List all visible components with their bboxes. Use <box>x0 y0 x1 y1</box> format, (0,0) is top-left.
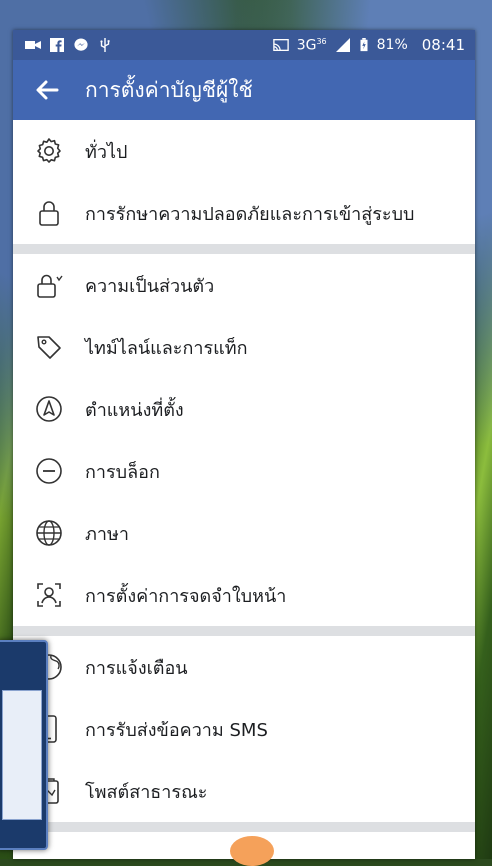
settings-item-blocking[interactable]: การบล็อก <box>13 440 475 502</box>
settings-item-face-recognition[interactable]: การตั้งค่าการจดจำใบหน้า <box>13 564 475 626</box>
settings-panel: 3G36 81% 08:41 การตั้งค่าบัญชีผู้ใช้ ทั่… <box>13 30 475 859</box>
network-sup: 36 <box>316 36 327 46</box>
section-divider <box>13 822 475 832</box>
battery-level: 81% <box>376 37 408 53</box>
settings-item-label: โพสต์สาธารณะ <box>85 781 208 803</box>
settings-item-sms[interactable]: การรับส่งข้อความ SMS <box>13 698 475 760</box>
battery-icon <box>360 38 368 52</box>
settings-item-notifications[interactable]: การแจ้งเตือน <box>13 636 475 698</box>
thumbnail-preview <box>2 690 42 820</box>
settings-item-timeline-tagging[interactable]: ไทม์ไลน์และการแท็ก <box>13 316 475 378</box>
usb-icon <box>100 38 110 52</box>
settings-item-security-login[interactable]: การรักษาความปลอดภัยและการเข้าสู่ระบบ <box>13 182 475 244</box>
floating-bubble[interactable] <box>230 836 274 866</box>
settings-item-public-posts[interactable]: โพสต์สาธารณะ <box>13 760 475 822</box>
globe-icon <box>33 517 65 549</box>
network-type: 3G36 <box>297 37 327 54</box>
location-icon <box>33 393 65 425</box>
back-button[interactable] <box>35 76 63 104</box>
block-icon <box>33 455 65 487</box>
face-recognition-icon <box>33 579 65 611</box>
app-header: การตั้งค่าบัญชีผู้ใช้ <box>13 60 475 120</box>
settings-item-label: การรักษาความปลอดภัยและการเข้าสู่ระบบ <box>85 203 415 225</box>
settings-item-label: การตั้งค่าการจดจำใบหน้า <box>85 585 287 607</box>
cast-icon <box>272 39 289 51</box>
back-arrow-icon <box>36 80 59 100</box>
floating-window-thumbnail[interactable] <box>0 640 48 850</box>
page-title: การตั้งค่าบัญชีผู้ใช้ <box>85 77 253 102</box>
section-divider <box>13 244 475 254</box>
settings-item-language[interactable]: ภาษา <box>13 502 475 564</box>
status-bar: 3G36 81% 08:41 <box>13 30 475 60</box>
settings-item-label: ภาษา <box>85 523 129 545</box>
settings-item-label: ทั่วไป <box>85 141 128 163</box>
gear-icon <box>33 135 65 167</box>
settings-item-label: การรับส่งข้อความ SMS <box>85 719 268 741</box>
signal-strength-icon <box>335 38 350 52</box>
settings-item-general[interactable]: ทั่วไป <box>13 120 475 182</box>
settings-item-location[interactable]: ตำแหน่งที่ตั้ง <box>13 378 475 440</box>
section-divider <box>13 626 475 636</box>
settings-item-label: การแจ้งเตือน <box>85 657 188 679</box>
privacy-lock-icon <box>33 269 65 301</box>
video-camera-icon <box>25 41 41 49</box>
settings-item-label: ไทม์ไลน์และการแท็ก <box>85 337 248 359</box>
tag-icon <box>33 331 65 363</box>
lock-icon <box>33 197 65 229</box>
clock: 08:41 <box>421 36 465 54</box>
settings-item-label: ความเป็นส่วนตัว <box>85 275 215 297</box>
settings-item-privacy[interactable]: ความเป็นส่วนตัว <box>13 254 475 316</box>
network-label: 3G <box>296 37 317 54</box>
facebook-icon <box>50 38 64 52</box>
messenger-icon <box>74 38 88 51</box>
settings-item-label: ตำแหน่งที่ตั้ง <box>85 399 184 421</box>
settings-item-label: การบล็อก <box>85 461 160 483</box>
